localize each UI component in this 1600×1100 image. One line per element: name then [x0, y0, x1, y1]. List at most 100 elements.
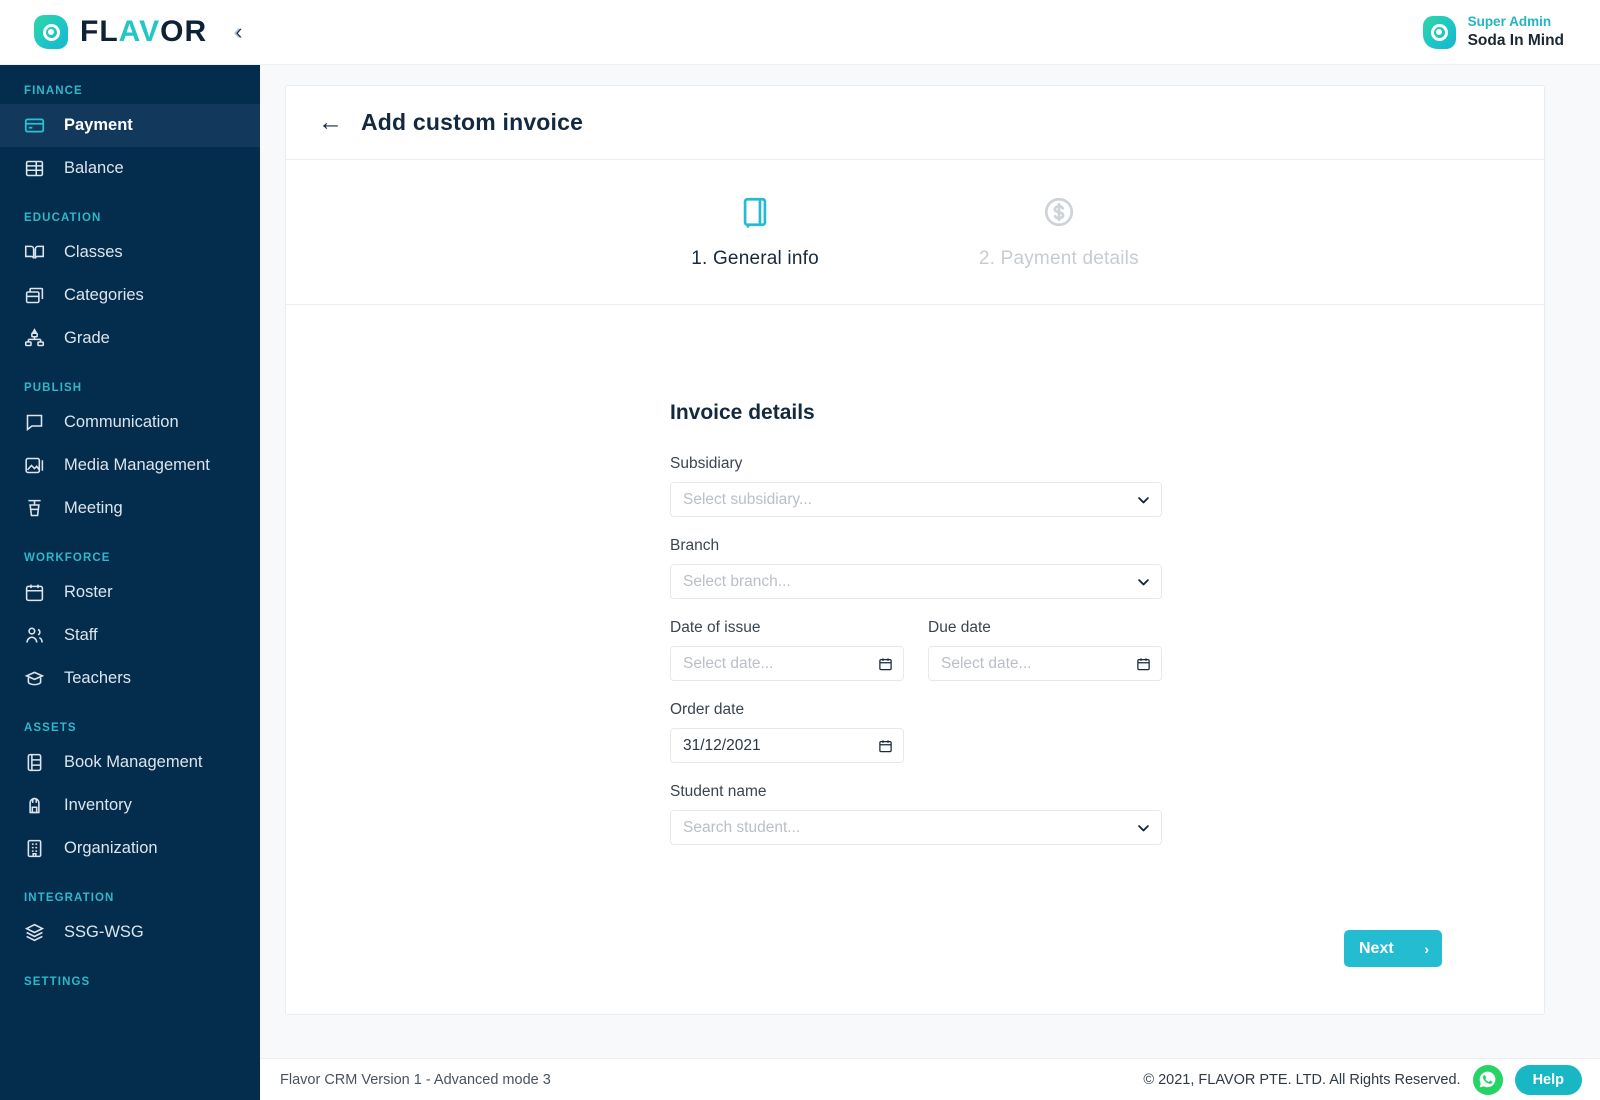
step-general-info[interactable]: 1. General info — [691, 195, 819, 270]
sidebar-item-staff[interactable]: Staff — [0, 614, 260, 657]
help-button-label: Help — [1532, 1071, 1564, 1088]
sidebar-item-label: Roster — [64, 583, 113, 601]
main-content: ← Add custom invoice 1. General info 2. … — [260, 65, 1600, 1100]
sidebar-section-education: EDUCATION — [24, 212, 102, 224]
sidebar-item-categories[interactable]: Categories — [0, 274, 260, 317]
sidebar-item-label: Inventory — [64, 796, 132, 814]
sidebar-item-communication[interactable]: Communication — [0, 401, 260, 444]
sidebar-item-payment[interactable]: Payment — [0, 104, 260, 147]
sidebar-item-label: Balance — [64, 159, 124, 177]
sidebar: FINANCE Payment Balance EDUCATION Classe… — [0, 65, 260, 1100]
calendar-icon — [878, 738, 893, 753]
people-icon — [24, 625, 45, 646]
sidebar-item-label: Teachers — [64, 669, 131, 687]
backpack-icon — [24, 795, 45, 816]
whatsapp-button[interactable] — [1472, 1064, 1503, 1095]
boxes-icon — [24, 285, 45, 306]
field-date-of-issue: Date of issue Select date... — [670, 619, 904, 681]
field-branch: Branch Select branch... — [670, 537, 1162, 599]
student-name-search[interactable]: Search student... — [670, 810, 1162, 845]
order-date-value: 31/12/2021 — [683, 736, 761, 754]
sidebar-section-settings: SETTINGS — [24, 976, 91, 988]
footer-version: Flavor CRM Version 1 - Advanced mode 3 — [280, 1071, 551, 1088]
sidebar-item-classes[interactable]: Classes — [0, 231, 260, 274]
form-actions: Next › — [286, 865, 1544, 967]
brand-logo[interactable]: FLAVOR ‹ ‹ — [0, 15, 242, 49]
double-chevron-left-icon-2: ‹ — [233, 19, 241, 44]
step-payment-details[interactable]: 2. Payment details — [979, 195, 1139, 270]
book-icon — [24, 752, 45, 773]
user-name: Soda In Mind — [1467, 31, 1564, 49]
branch-select[interactable]: Select branch... — [670, 564, 1162, 599]
student-name-value: Search student... — [683, 818, 801, 836]
open-book-icon — [24, 242, 45, 263]
sidebar-item-label: Staff — [64, 626, 98, 644]
form-section-title: Invoice details — [670, 401, 815, 424]
subsidiary-select[interactable]: Select subsidiary... — [670, 482, 1162, 517]
podium-icon — [24, 498, 45, 519]
chevron-down-icon — [1136, 574, 1151, 589]
footer-copyright: © 2021, FLAVOR PTE. LTD. All Rights Rese… — [1143, 1071, 1461, 1088]
sidebar-section-integration: INTEGRATION — [24, 892, 115, 904]
due-date-input[interactable]: Select date... — [928, 646, 1162, 681]
date-of-issue-value: Select date... — [683, 654, 774, 672]
sidebar-item-grade[interactable]: Grade — [0, 317, 260, 360]
sidebar-item-teachers[interactable]: Teachers — [0, 657, 260, 700]
sidebar-item-meeting[interactable]: Meeting — [0, 487, 260, 530]
sidebar-item-label: Organization — [64, 839, 158, 857]
layers-icon — [24, 922, 45, 943]
dollar-coin-icon — [1042, 195, 1076, 234]
sidebar-collapse-button[interactable]: ‹ ‹ — [233, 19, 242, 44]
sidebar-item-organization[interactable]: Organization — [0, 827, 260, 870]
next-button[interactable]: Next › — [1344, 930, 1442, 967]
card-header: ← Add custom invoice — [286, 86, 1544, 160]
arrow-left-icon[interactable]: ← — [318, 110, 343, 135]
chevron-right-icon: › — [1424, 940, 1429, 957]
sidebar-item-label: Grade — [64, 329, 110, 347]
image-icon — [24, 455, 45, 476]
field-subsidiary: Subsidiary Select subsidiary... — [670, 455, 1162, 517]
field-order-date-spacer — [928, 701, 1162, 763]
step-label: 2. Payment details — [978, 247, 1139, 269]
date-of-issue-input[interactable]: Select date... — [670, 646, 904, 681]
help-button[interactable]: Help — [1514, 1064, 1582, 1095]
next-button-label: Next — [1359, 939, 1394, 957]
flavor-logo-icon — [34, 15, 68, 49]
sidebar-section-assets: ASSETS — [24, 722, 77, 734]
app-root: FLAVOR ‹ ‹ Super Admin Soda In Mind FINAN… — [0, 0, 1600, 1100]
credit-card-icon — [24, 115, 45, 136]
sidebar-item-inventory[interactable]: Inventory — [0, 784, 260, 827]
sidebar-item-label: Payment — [64, 116, 133, 134]
sidebar-section-workforce: WORKFORCE — [24, 552, 111, 564]
brand-part-accent: AV — [118, 15, 161, 48]
field-student-name: Student name Search student... — [670, 783, 1162, 845]
stacked-bars-icon — [24, 158, 45, 179]
form-area: Invoice details Subsidiary Select subsid… — [286, 305, 1544, 865]
chevron-down-icon — [1136, 492, 1151, 507]
order-date-input[interactable]: 31/12/2021 — [670, 728, 904, 763]
sidebar-item-ssg-wsg[interactable]: SSG-WSG — [0, 911, 260, 954]
calendar-icon — [24, 582, 45, 603]
field-label: Branch — [670, 537, 720, 554]
whatsapp-icon — [1478, 1070, 1497, 1089]
sidebar-item-book-management[interactable]: Book Management — [0, 741, 260, 784]
brand-wordmark: FLAVOR — [80, 17, 207, 47]
field-label: Due date — [928, 619, 991, 636]
sidebar-item-roster[interactable]: Roster — [0, 571, 260, 614]
avatar — [1422, 15, 1456, 49]
sidebar-item-label: Communication — [64, 413, 179, 431]
calendar-icon — [878, 656, 893, 671]
user-profile-menu[interactable]: Super Admin Soda In Mind — [1422, 13, 1600, 50]
sidebar-item-media-management[interactable]: Media Management — [0, 444, 260, 487]
invoice-card: ← Add custom invoice 1. General info 2. … — [285, 85, 1545, 1015]
brand-part-1: FL — [80, 15, 119, 48]
field-label: Student name — [670, 783, 767, 800]
footer: Flavor CRM Version 1 - Advanced mode 3 ©… — [260, 1058, 1600, 1100]
calendar-icon — [1136, 656, 1151, 671]
user-role: Super Admin — [1467, 13, 1552, 29]
sidebar-item-label: Meeting — [64, 499, 123, 517]
field-due-date: Due date Select date... — [928, 619, 1162, 681]
sidebar-item-balance[interactable]: Balance — [0, 147, 260, 190]
field-label: Date of issue — [670, 619, 761, 636]
sidebar-item-label: Categories — [64, 286, 144, 304]
